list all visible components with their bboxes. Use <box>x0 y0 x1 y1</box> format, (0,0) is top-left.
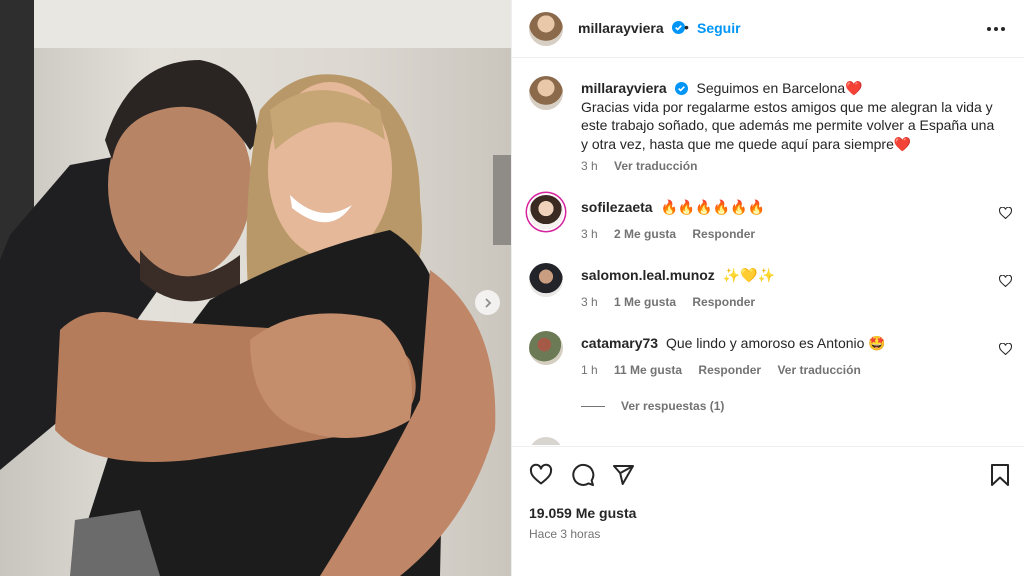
bookmark-icon[interactable] <box>988 463 1012 487</box>
carousel-next-button[interactable] <box>475 290 500 315</box>
comment-item: salomon.leal.munoz ✨💛✨ 3 h 1 Me gusta Re… <box>512 263 1024 323</box>
commenter-avatar-partial[interactable] <box>529 437 563 445</box>
caption-translate-button[interactable]: Ver traducción <box>614 159 697 173</box>
comment-meta: 1 h 11 Me gusta Responder Ver traducción <box>581 363 874 377</box>
replies-divider-line <box>581 406 605 408</box>
post-header: millarayviera • Seguir <box>512 0 1024 58</box>
comment-like-heart-icon[interactable] <box>999 275 1012 287</box>
comment-likes[interactable]: 1 Me gusta <box>614 295 676 309</box>
likes-count[interactable]: 19.059 Me gusta <box>529 505 636 521</box>
commenter-avatar[interactable] <box>529 263 563 297</box>
chevron-right-icon <box>484 297 491 308</box>
separator-dot: • <box>684 19 689 35</box>
caption-author-username[interactable]: millarayviera <box>581 80 667 96</box>
caption-author-avatar[interactable] <box>529 76 563 110</box>
post-photo[interactable] <box>0 0 511 576</box>
comment-time[interactable]: 3 h <box>581 295 598 309</box>
caption-meta: 3 h Ver traducción <box>581 159 710 173</box>
author-avatar[interactable] <box>529 12 563 46</box>
comment-time[interactable]: 1 h <box>581 363 598 377</box>
reply-button[interactable]: Responder <box>692 295 755 309</box>
more-options-icon[interactable] <box>986 20 1010 38</box>
commenter-username[interactable]: sofilezaeta <box>581 199 653 215</box>
comment-translate-button[interactable]: Ver traducción <box>777 363 860 377</box>
view-replies-label: Ver respuestas (1) <box>621 399 725 413</box>
post-side-panel: millarayviera • Seguir millarayviera Seg… <box>511 0 1024 576</box>
comment-meta: 3 h 2 Me gusta Responder <box>581 227 768 241</box>
share-icon[interactable] <box>611 463 635 487</box>
commenter-avatar[interactable] <box>529 195 563 229</box>
post-actions-bar: 19.059 Me gusta Hace 3 horas <box>512 446 1024 576</box>
comment-likes[interactable]: 2 Me gusta <box>614 227 676 241</box>
comment-body: sofilezaeta 🔥🔥🔥🔥🔥🔥 <box>581 199 765 216</box>
comment-item: catamary73 Que lindo y amoroso es Antoni… <box>512 331 1024 391</box>
commenter-username[interactable]: salomon.leal.munoz <box>581 267 715 283</box>
post-timestamp: Hace 3 horas <box>529 527 601 541</box>
photo-people-illustration <box>0 60 496 576</box>
caption-text: millarayviera Seguimos en Barcelona❤️ Gr… <box>581 79 1001 153</box>
comment-like-heart-icon[interactable] <box>999 343 1012 355</box>
comments-section[interactable]: millarayviera Seguimos en Barcelona❤️ Gr… <box>512 59 1024 445</box>
caption-title: Seguimos en Barcelona❤️ <box>696 80 863 96</box>
heart-icon[interactable] <box>529 463 553 487</box>
reply-button[interactable]: Responder <box>698 363 761 377</box>
comment-likes[interactable]: 11 Me gusta <box>614 363 682 377</box>
comment-text: 🔥🔥🔥🔥🔥🔥 <box>660 199 766 215</box>
comment-body: catamary73 Que lindo y amoroso es Antoni… <box>581 335 886 352</box>
caption-body: Gracias vida por regalarme estos amigos … <box>581 98 995 152</box>
comment-body: salomon.leal.munoz ✨💛✨ <box>581 267 775 284</box>
comment-like-heart-icon[interactable] <box>999 207 1012 219</box>
author-username[interactable]: millarayviera <box>578 20 664 36</box>
caption-time[interactable]: 3 h <box>581 159 598 173</box>
comment-icon[interactable] <box>571 463 595 487</box>
commenter-username[interactable]: catamary73 <box>581 335 658 351</box>
comment-meta: 3 h 1 Me gusta Responder <box>581 295 768 309</box>
follow-button[interactable]: Seguir <box>697 20 741 36</box>
commenter-avatar[interactable] <box>529 331 563 365</box>
comment-text: Que lindo y amoroso es Antonio 🤩 <box>665 335 886 351</box>
comment-item: sofilezaeta 🔥🔥🔥🔥🔥🔥 3 h 2 Me gusta Respon… <box>512 195 1024 255</box>
reply-button[interactable]: Responder <box>692 227 755 241</box>
verified-badge-icon <box>674 82 688 95</box>
comment-text: ✨💛✨ <box>722 267 775 283</box>
comment-time[interactable]: 3 h <box>581 227 598 241</box>
view-replies-button[interactable]: Ver respuestas (1) <box>581 399 724 413</box>
